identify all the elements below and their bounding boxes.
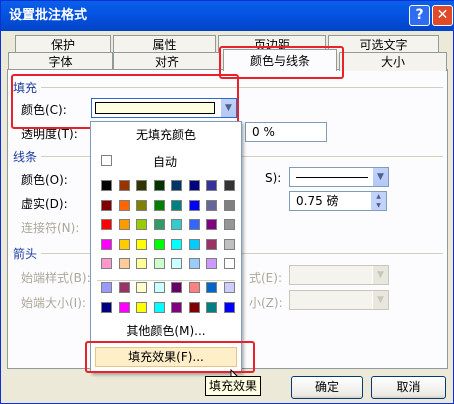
line-style-label: S): <box>265 171 282 185</box>
color-swatch[interactable] <box>136 180 147 191</box>
color-swatch[interactable] <box>188 301 200 313</box>
highlight-tab <box>219 46 344 79</box>
color-swatch[interactable] <box>188 180 200 191</box>
line-style-dropdown[interactable]: ▼ <box>289 167 389 187</box>
chevron-down-icon: ▼ <box>372 266 388 284</box>
ok-button[interactable]: 确定 <box>291 376 363 399</box>
color-swatch[interactable] <box>206 180 217 191</box>
color-swatch[interactable] <box>223 238 235 250</box>
color-swatch[interactable] <box>118 238 130 250</box>
tab-size[interactable]: 大小 <box>339 52 447 71</box>
end-size-label: 小(Z): <box>249 296 283 310</box>
color-swatch[interactable] <box>206 199 217 211</box>
line-dash-label: 虚实(D): <box>21 197 68 211</box>
color-swatch[interactable] <box>118 301 130 313</box>
color-swatch[interactable] <box>223 282 235 293</box>
color-swatch[interactable] <box>136 258 147 269</box>
color-swatch[interactable] <box>171 282 182 293</box>
title-bar: 设置批注格式 <box>1 1 454 31</box>
line-weight-input[interactable]: 0.75 磅 ▲ ▼ <box>289 191 387 211</box>
color-swatch[interactable] <box>101 301 112 313</box>
color-swatch[interactable] <box>153 180 165 191</box>
color-swatch[interactable] <box>206 301 217 313</box>
line-color-label: 颜色(O): <box>21 173 68 187</box>
color-swatch[interactable] <box>188 282 200 293</box>
color-swatch[interactable] <box>153 282 165 293</box>
color-swatch[interactable] <box>136 301 147 313</box>
begin-size-label: 始端大小(I): <box>21 296 86 310</box>
transparency-input[interactable]: 0 % <box>245 122 327 142</box>
color-swatch[interactable] <box>153 219 165 230</box>
color-swatch[interactable] <box>206 238 217 250</box>
color-swatch[interactable] <box>118 199 130 211</box>
color-swatch[interactable] <box>136 219 147 230</box>
connector-label: 连接符(N): <box>21 221 80 235</box>
color-swatch[interactable] <box>188 199 200 211</box>
help-icon[interactable]: ? <box>409 5 430 26</box>
color-picker-popup: 无填充颜色 自动 其他颜色(M)... 填充效果(F)... <box>90 121 242 373</box>
color-swatch[interactable] <box>171 219 182 230</box>
spin-down-icon[interactable]: ▼ <box>371 201 386 210</box>
divider <box>97 280 235 281</box>
color-swatch[interactable] <box>171 180 182 191</box>
color-swatch[interactable] <box>136 238 147 250</box>
line-sample <box>296 177 368 178</box>
color-swatch[interactable] <box>136 199 147 211</box>
color-swatch[interactable] <box>188 219 200 230</box>
color-swatch[interactable] <box>206 258 217 269</box>
end-style-label: 式(E): <box>249 271 282 285</box>
color-swatch[interactable] <box>118 258 130 269</box>
color-swatch[interactable] <box>101 282 112 293</box>
tooltip: 填充效果 <box>205 376 261 396</box>
close-icon[interactable]: ✕ <box>432 5 453 26</box>
color-swatch[interactable] <box>171 258 182 269</box>
automatic-option[interactable]: 自动 <box>153 153 177 170</box>
cancel-button[interactable]: 取消 <box>371 376 446 399</box>
color-swatch[interactable] <box>118 180 130 191</box>
line-weight-value: 0.75 磅 <box>296 194 339 208</box>
more-colors-option[interactable]: 其他颜色(M)... <box>97 322 235 339</box>
spin-up-icon[interactable]: ▲ <box>371 192 386 201</box>
color-swatch[interactable] <box>223 180 235 191</box>
color-swatch[interactable] <box>206 219 217 230</box>
color-swatch[interactable] <box>188 238 200 250</box>
color-swatch[interactable] <box>153 258 165 269</box>
color-swatch[interactable] <box>153 301 165 313</box>
arrows-section-title: 箭头 <box>13 247 38 261</box>
color-swatch[interactable] <box>101 219 112 230</box>
color-swatch[interactable] <box>153 238 165 250</box>
color-swatch[interactable] <box>171 301 182 313</box>
color-swatch[interactable] <box>118 219 130 230</box>
color-swatch[interactable] <box>118 282 130 293</box>
color-swatch[interactable] <box>223 258 235 269</box>
line-section-title: 线条 <box>13 150 38 164</box>
color-swatch[interactable] <box>188 258 200 269</box>
no-fill-option[interactable]: 无填充颜色 <box>91 126 241 143</box>
transparency-value: 0 % <box>252 125 275 139</box>
chevron-down-icon[interactable]: ▼ <box>372 168 388 186</box>
color-swatch[interactable] <box>101 180 112 191</box>
color-swatch[interactable] <box>223 219 235 230</box>
auto-color-swatch <box>101 155 112 166</box>
color-swatch[interactable] <box>101 199 112 211</box>
begin-style-label: 始端样式(B): <box>21 271 91 285</box>
end-size-dropdown[interactable]: ▼ <box>289 290 389 310</box>
chevron-down-icon: ▼ <box>372 291 388 309</box>
window-title: 设置批注格式 <box>9 8 88 23</box>
color-swatch[interactable] <box>223 199 235 211</box>
end-style-dropdown[interactable]: ▼ <box>289 265 389 285</box>
color-swatch[interactable] <box>153 199 165 211</box>
format-comment-dialog: 设置批注格式 ? ✕ 保护 属性 页边距 可选文字 字体 对齐 颜色与线条 大小… <box>0 0 454 404</box>
color-swatch[interactable] <box>171 238 182 250</box>
color-swatch[interactable] <box>206 282 217 293</box>
color-swatch[interactable] <box>101 258 112 269</box>
color-swatch[interactable] <box>101 238 112 250</box>
color-swatch[interactable] <box>223 301 235 313</box>
color-swatch[interactable] <box>171 199 182 211</box>
color-swatch[interactable] <box>136 282 147 293</box>
